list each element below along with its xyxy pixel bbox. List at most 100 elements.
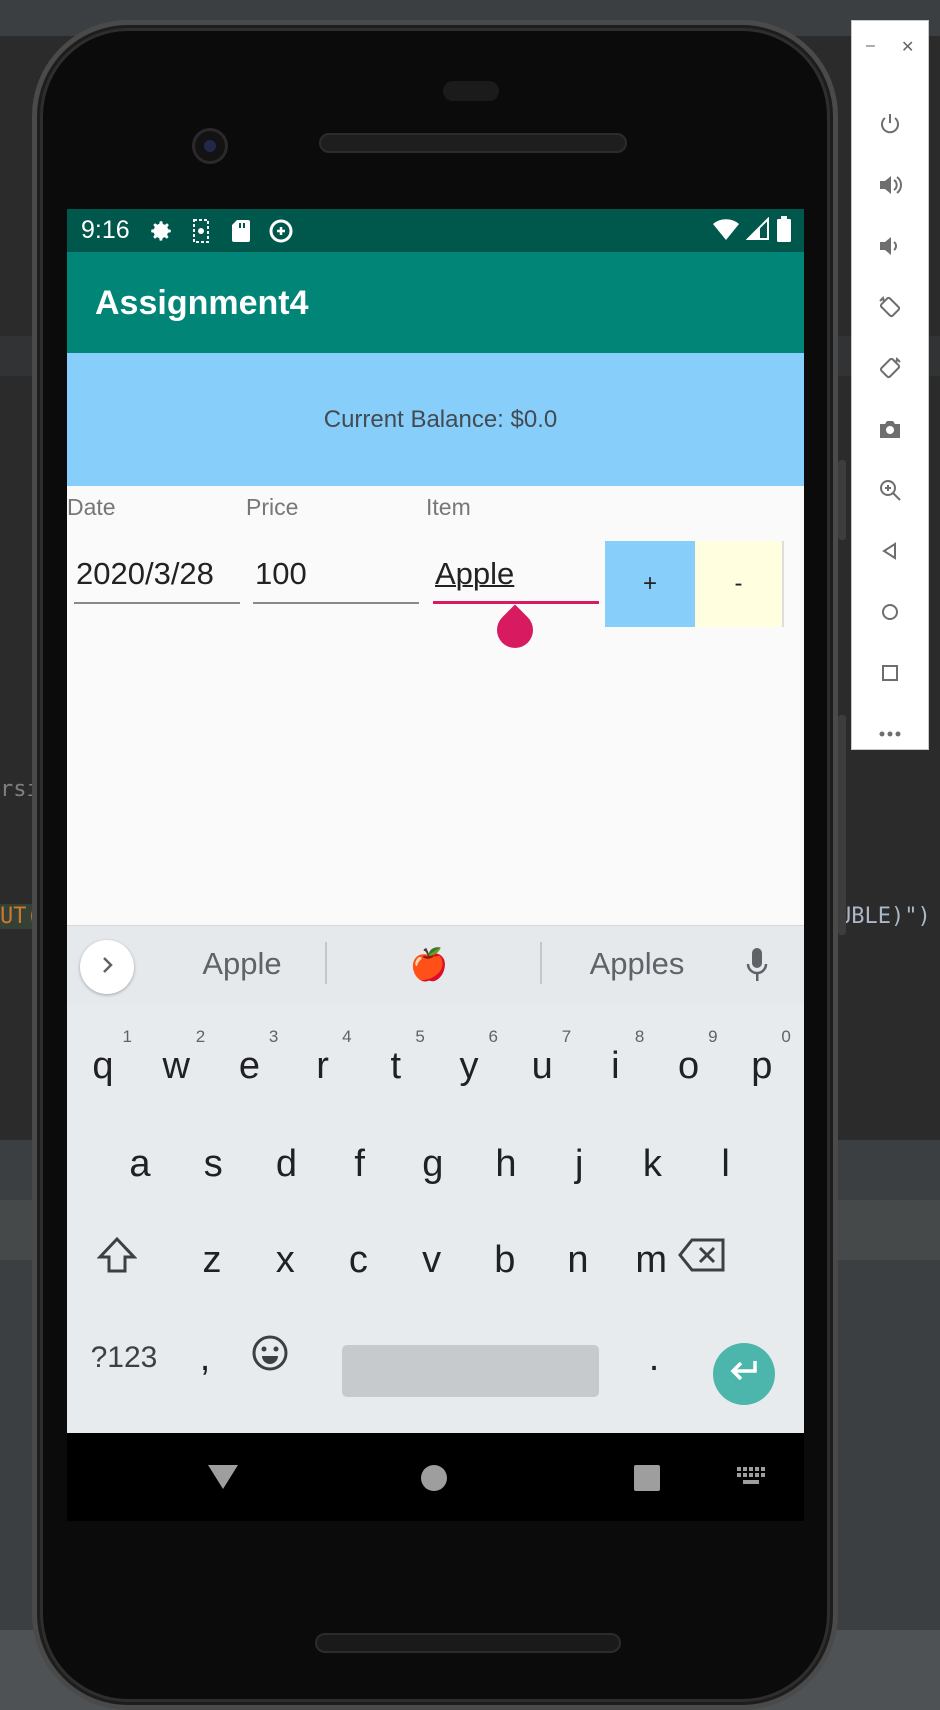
volume-button[interactable] — [838, 715, 846, 935]
key-h[interactable]: h — [473, 1119, 539, 1209]
rotate-right-icon[interactable] — [852, 348, 928, 388]
app-title: Assignment4 — [95, 284, 309, 322]
key-r[interactable]: r4 — [290, 1021, 356, 1111]
balance-panel: Current Balance: $0.0 — [67, 353, 804, 486]
subtract-button[interactable]: - — [695, 541, 784, 627]
volume-down-icon[interactable] — [852, 226, 928, 266]
key-c[interactable]: c — [325, 1215, 391, 1305]
key-label: o — [678, 1044, 700, 1087]
home-icon[interactable] — [852, 592, 928, 632]
key-y[interactable]: y6 — [436, 1021, 502, 1111]
microphone-icon[interactable] — [746, 948, 768, 989]
volume-up-icon[interactable] — [852, 165, 928, 205]
key-label: d — [275, 1142, 297, 1185]
comma-key[interactable]: , — [172, 1313, 238, 1403]
key-z[interactable]: z — [179, 1215, 245, 1305]
suggestion-strip: Apple 🍎 Apples — [67, 925, 804, 1005]
rotate-left-icon[interactable] — [852, 287, 928, 327]
device-screen: 9:16 Assignment4 Current Balance: $0.0 D… — [67, 209, 804, 1433]
key-label: u — [531, 1044, 553, 1087]
suggestion-1[interactable]: Apple — [172, 946, 312, 982]
back-icon[interactable] — [206, 1463, 240, 1496]
key-label: k — [642, 1142, 662, 1185]
shift-key[interactable] — [84, 1215, 150, 1305]
key-w[interactable]: w2 — [143, 1021, 209, 1111]
ide-code-text-3: UBLE)") — [838, 904, 931, 929]
item-column-label: Item — [426, 494, 471, 520]
zoom-icon[interactable] — [852, 470, 928, 510]
emoji-icon — [251, 1334, 289, 1382]
key-g[interactable]: g — [400, 1119, 466, 1209]
bottom-speaker — [315, 1633, 621, 1653]
gear-icon — [146, 216, 176, 246]
price-column-label: Price — [246, 494, 299, 520]
key-s[interactable]: s — [180, 1119, 246, 1209]
data-saver-icon — [266, 216, 296, 246]
more-options-icon[interactable] — [852, 714, 928, 754]
key-f[interactable]: f — [327, 1119, 393, 1209]
front-camera — [192, 128, 228, 164]
date-field[interactable]: 2020/3/28 — [74, 554, 240, 604]
key-number-hint: 8 — [634, 1027, 645, 1046]
back-icon[interactable] — [852, 531, 928, 571]
key-number-hint: 7 — [561, 1027, 572, 1046]
key-v[interactable]: v — [399, 1215, 465, 1305]
close-icon[interactable]: ✕ — [901, 37, 914, 57]
backspace-key[interactable] — [662, 1215, 742, 1305]
key-label: t — [390, 1044, 402, 1087]
status-time: 9:16 — [81, 216, 130, 244]
key-j[interactable]: j — [546, 1119, 612, 1209]
price-field[interactable]: 100 — [253, 554, 419, 604]
status-right-icons — [712, 216, 792, 247]
expand-toolbar-button[interactable] — [80, 940, 134, 994]
earpiece-speaker — [319, 133, 627, 153]
power-icon[interactable] — [852, 104, 928, 144]
emulator-toolbar: – ✕ — [851, 20, 929, 750]
key-label: x — [275, 1238, 295, 1281]
key-d[interactable]: d — [253, 1119, 319, 1209]
add-button[interactable]: + — [605, 541, 695, 627]
key-e[interactable]: e3 — [216, 1021, 282, 1111]
key-u[interactable]: u7 — [509, 1021, 575, 1111]
home-icon[interactable] — [420, 1464, 448, 1497]
key-k[interactable]: k — [619, 1119, 685, 1209]
key-t[interactable]: t5 — [363, 1021, 429, 1111]
key-b[interactable]: b — [472, 1215, 538, 1305]
key-label: z — [202, 1238, 222, 1281]
enter-key[interactable] — [713, 1343, 775, 1405]
key-o[interactable]: o9 — [656, 1021, 722, 1111]
status-bar: 9:16 — [67, 209, 804, 252]
key-q[interactable]: q1 — [70, 1021, 136, 1111]
key-label: j — [574, 1142, 584, 1185]
minimize-icon[interactable]: – — [866, 37, 875, 55]
item-field[interactable]: Apple — [433, 554, 599, 604]
phone-top-slot — [443, 81, 499, 101]
suggestion-2[interactable]: 🍎 — [359, 946, 499, 983]
chevron-right-icon — [97, 955, 117, 980]
period-key[interactable]: . — [621, 1313, 687, 1403]
key-x[interactable]: x — [252, 1215, 318, 1305]
key-n[interactable]: n — [545, 1215, 611, 1305]
key-i[interactable]: i8 — [582, 1021, 648, 1111]
soft-keyboard: Apple 🍎 Apples q1w2e3r4t5y6u7i8o9p0 asdf… — [67, 925, 804, 1433]
key-label: q — [92, 1044, 114, 1087]
text-cursor-handle[interactable] — [489, 604, 541, 656]
key-label: n — [567, 1238, 589, 1281]
space-bar[interactable] — [342, 1345, 599, 1397]
overview-icon[interactable] — [852, 653, 928, 693]
emoji-key[interactable] — [237, 1313, 303, 1403]
recents-icon[interactable] — [634, 1465, 660, 1496]
key-number-hint: 6 — [488, 1027, 498, 1046]
key-label: w — [162, 1044, 190, 1087]
camera-icon[interactable] — [852, 409, 928, 449]
key-p[interactable]: p0 — [729, 1021, 795, 1111]
key-a[interactable]: a — [107, 1119, 173, 1209]
power-button[interactable] — [838, 460, 846, 540]
key-number-hint: 4 — [342, 1027, 352, 1046]
wifi-icon — [712, 217, 740, 246]
suggestion-3[interactable]: Apples — [567, 946, 707, 982]
shift-key-symbols[interactable]: ?123 — [71, 1313, 177, 1403]
key-l[interactable]: l — [693, 1119, 759, 1209]
sd-card-icon — [226, 216, 256, 246]
keyboard-hide-icon[interactable] — [737, 1467, 767, 1492]
